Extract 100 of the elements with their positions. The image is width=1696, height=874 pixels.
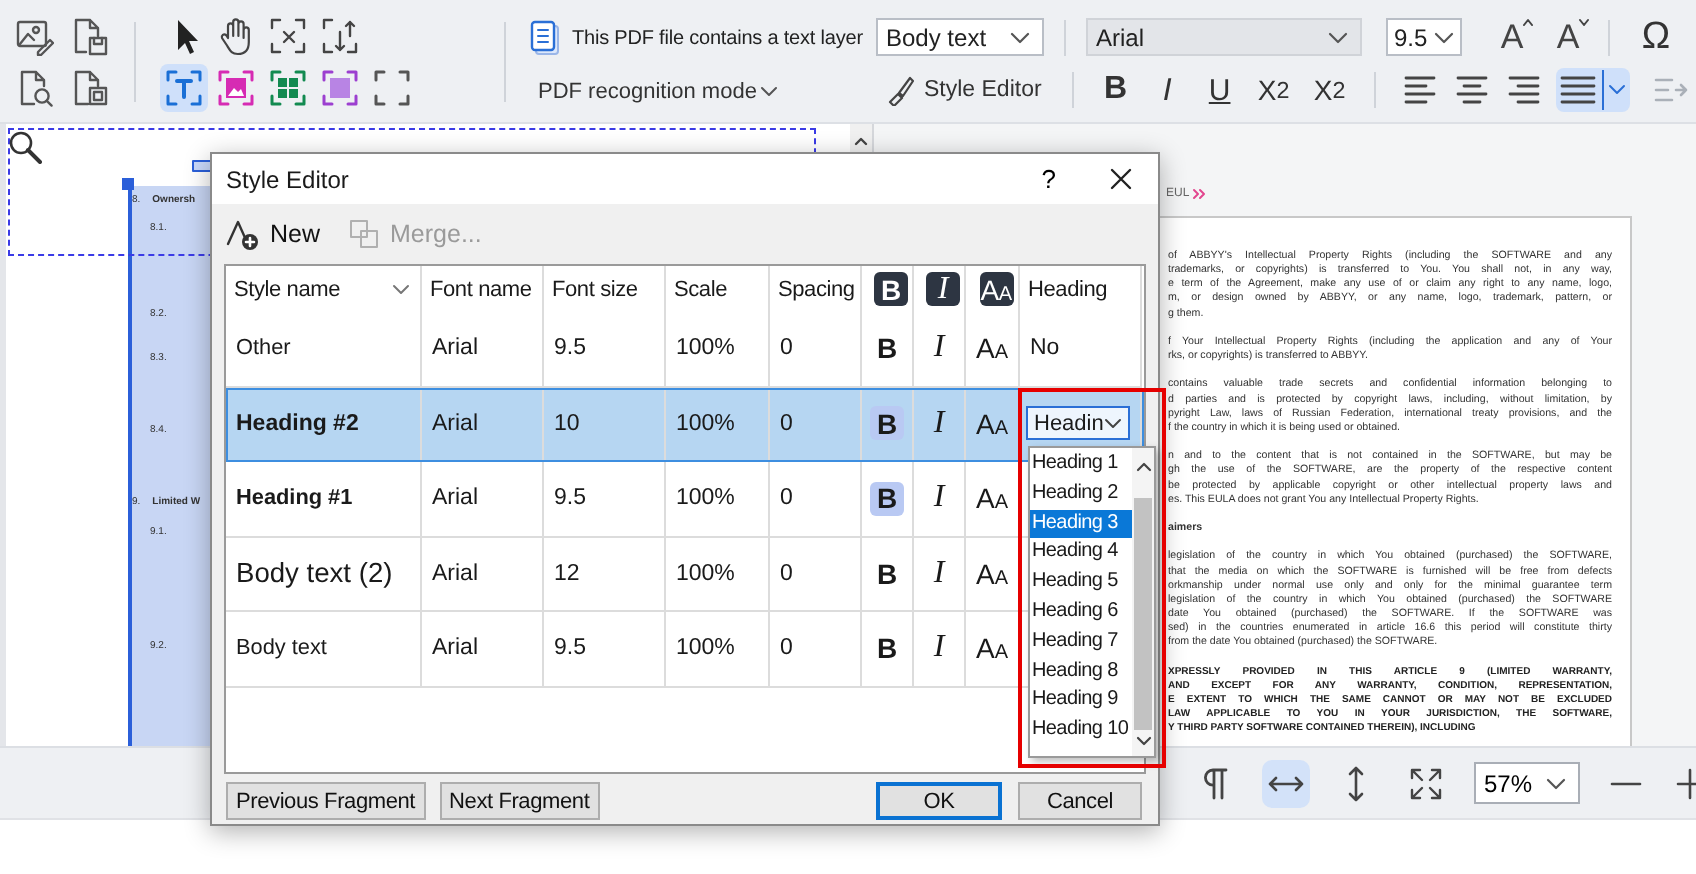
dialog-button[interactable]: OK (876, 782, 1002, 820)
small-caps-toggle[interactable]: Aa (975, 481, 1009, 516)
caret-icon (1546, 777, 1566, 789)
dropdown-option[interactable]: Heading 3 (1030, 509, 1132, 539)
small-caps-toggle[interactable]: Aa (975, 631, 1009, 666)
column-header[interactable]: Style name (234, 277, 392, 301)
dropdown-option[interactable]: Heading 2 (1030, 479, 1132, 510)
dropdown-option[interactable]: Heading 10 (1030, 716, 1132, 746)
bold-toggle[interactable]: B (870, 481, 904, 516)
table-cell: 100% (676, 336, 735, 361)
bold-toggle[interactable]: B (870, 331, 904, 366)
italic-toggle[interactable]: I (922, 481, 956, 516)
style-name: Other (236, 336, 291, 361)
table-cell: 0 (780, 561, 793, 586)
dialog-title: Style Editor (226, 165, 351, 193)
zoom-dropdown[interactable]: 57% (1474, 762, 1580, 804)
font-dropdown[interactable]: Arial (1086, 18, 1362, 56)
brush-icon (886, 74, 914, 106)
bold-toggle[interactable]: B (870, 556, 904, 591)
table-cell: 0 (780, 636, 793, 661)
image-edit-icon[interactable] (14, 16, 54, 56)
heading-dropdown[interactable]: Headin (1026, 406, 1130, 441)
italic-toggle[interactable]: I (922, 556, 956, 591)
column-header[interactable]: I (926, 272, 960, 306)
scroll-up-icon[interactable] (854, 136, 868, 146)
table-cell: Arial (432, 486, 479, 511)
table-cell: 0 (780, 486, 793, 511)
scrollbar[interactable] (1132, 448, 1154, 756)
dropdown-option[interactable]: Heading 4 (1030, 538, 1132, 569)
font-size-dropdown[interactable]: 9.5 (1386, 18, 1462, 56)
table-cell: 12 (554, 561, 580, 586)
table-cell: 10 (554, 411, 580, 436)
selection-delete-icon[interactable] (268, 16, 308, 56)
grow-font-button[interactable]: A (1494, 17, 1530, 57)
small-caps-toggle[interactable]: Aa (975, 406, 1009, 441)
caret-icon (760, 86, 779, 98)
bold-toggle[interactable]: B (870, 406, 904, 441)
symbol-button[interactable]: Ω (1638, 17, 1674, 57)
notice-text: This PDF file contains a text layer (572, 27, 863, 49)
background-area-icon (320, 68, 360, 108)
table-cell: Arial (432, 561, 479, 586)
close-icon[interactable] (1110, 168, 1132, 190)
selection-handle[interactable] (122, 178, 134, 190)
help-button[interactable]: ? (1041, 164, 1056, 194)
text-area-icon (164, 68, 204, 108)
recognition-mode-dropdown[interactable]: PDF recognition mode (538, 80, 779, 104)
sort-caret-icon[interactable] (392, 283, 410, 295)
italic-toggle[interactable]: I (922, 331, 956, 366)
small-caps-toggle[interactable]: Aa (975, 556, 1009, 591)
table-cell: 9.5 (554, 486, 586, 511)
column-header[interactable]: Heading (1028, 277, 1108, 301)
table-area-icon (268, 68, 308, 108)
scroll-up-icon[interactable] (1135, 460, 1151, 472)
align-justify-button[interactable] (1555, 68, 1631, 112)
style-name: Body text (236, 636, 327, 661)
dropdown-option[interactable]: Heading 8 (1030, 657, 1132, 687)
column-header[interactable]: B (874, 272, 908, 306)
add-style-icon (224, 216, 260, 252)
italic-toggle[interactable]: I (922, 631, 956, 666)
italic-toggle[interactable]: I (922, 406, 956, 441)
scroll-down-icon[interactable] (1135, 736, 1151, 748)
dropdown-option[interactable]: Heading 7 (1030, 627, 1132, 658)
table-cell: 100% (676, 486, 735, 511)
dropdown-option[interactable]: Heading 9 (1030, 686, 1132, 717)
caret-icon (1010, 31, 1030, 43)
tag-icon (192, 160, 212, 172)
magnifier-icon (8, 130, 42, 164)
text-area-button[interactable] (160, 64, 208, 112)
underline-button[interactable]: U (1203, 70, 1236, 110)
selection-swap-icon[interactable] (320, 16, 360, 56)
bold-button[interactable]: B (1099, 70, 1132, 110)
table-cell: No (1030, 336, 1060, 361)
column-header[interactable]: Aa (979, 272, 1013, 306)
column-header[interactable]: Font size (552, 277, 638, 301)
caret-icon (1434, 31, 1454, 43)
bold-toggle[interactable]: B (870, 631, 904, 666)
caret-icon (1104, 417, 1122, 430)
hand-icon[interactable] (216, 16, 256, 56)
scrollbar[interactable] (850, 124, 872, 152)
dropdown-option[interactable]: Heading 5 (1030, 568, 1132, 598)
column-header[interactable]: Scale (674, 277, 728, 301)
dialog-button[interactable]: Previous Fragment (226, 782, 426, 820)
column-header[interactable]: Font name (430, 277, 532, 301)
column-header[interactable]: Spacing (778, 277, 855, 301)
scrollbar-thumb[interactable] (1134, 498, 1152, 730)
zoom-in-icon[interactable] (1676, 767, 1696, 799)
new-button[interactable]: New (224, 216, 321, 252)
dialog-button[interactable]: Next Fragment (439, 782, 600, 820)
table-cell: 100% (676, 636, 735, 661)
dialog-button[interactable]: Cancel (1018, 782, 1142, 820)
caret-icon (1578, 17, 1590, 25)
small-caps-toggle[interactable]: Aa (975, 331, 1009, 366)
style-dropdown[interactable]: Body text (876, 18, 1044, 56)
document-icon (530, 20, 560, 56)
style-editor-button[interactable]: Style Editor (886, 70, 1042, 110)
italic-button[interactable]: I (1151, 70, 1184, 110)
shrink-font-button[interactable]: A (1550, 17, 1586, 57)
table-cell: Arial (432, 411, 479, 436)
fit-width-button[interactable] (1262, 759, 1310, 807)
merge-icon (348, 218, 381, 250)
